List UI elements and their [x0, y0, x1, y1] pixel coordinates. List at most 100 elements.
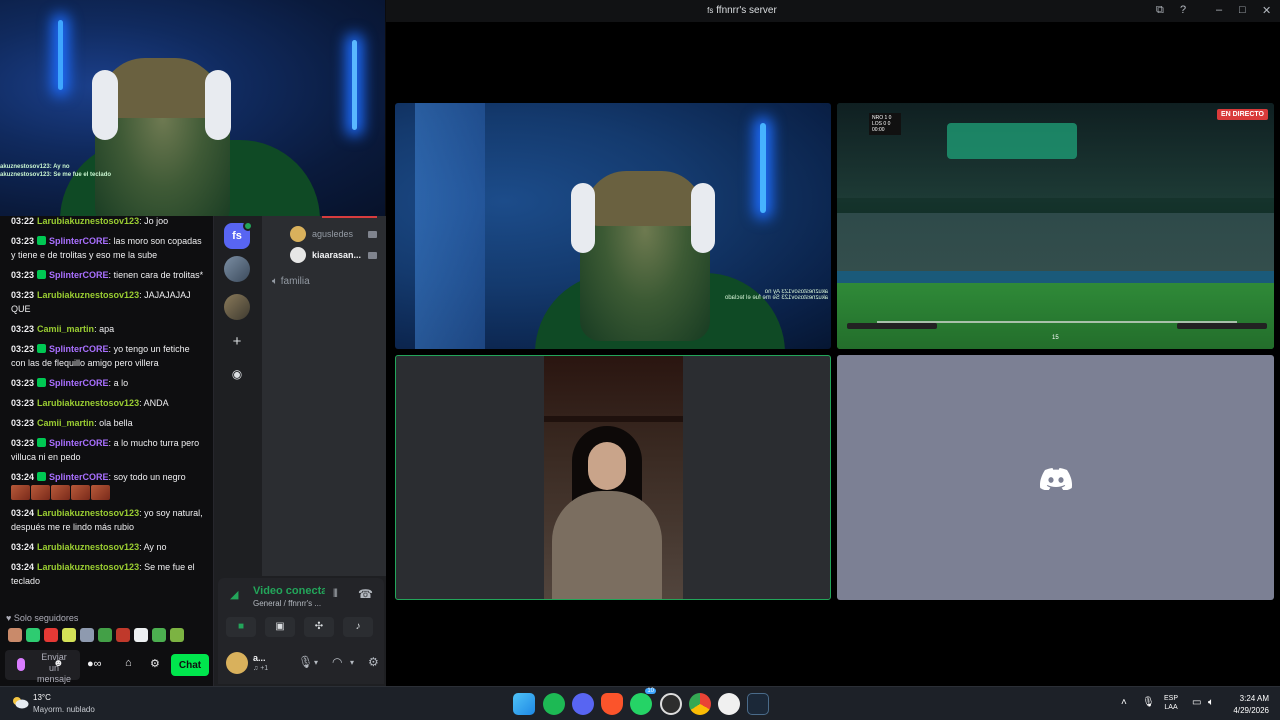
- discord-icon[interactable]: [572, 693, 594, 715]
- chat-username[interactable]: SplinterCORE: [49, 472, 109, 482]
- chat-username[interactable]: SplinterCORE: [49, 236, 109, 246]
- subscriber-badge-icon[interactable]: [37, 378, 47, 387]
- microphone-icon[interactable]: 🎙︎: [298, 655, 313, 669]
- emote-icon[interactable]: [152, 628, 166, 642]
- emote-icon[interactable]: [62, 628, 76, 642]
- message-timestamp: 03:23: [11, 270, 35, 280]
- message-timestamp: 03:23: [11, 236, 35, 246]
- chat-username[interactable]: Larubiakuznestosov123: [37, 216, 139, 226]
- emote-icon[interactable]: [44, 628, 58, 642]
- voice-location[interactable]: General / ffnnrr's ...: [253, 599, 321, 608]
- voice-user[interactable]: agusledes: [312, 229, 353, 239]
- headphones-icon[interactable]: ◠: [332, 655, 342, 669]
- chat-message-list[interactable]: 03:22 Larubiakuznestosov123: Jo joo 03:23 S…: [0, 216, 212, 612]
- avatar[interactable]: [226, 652, 248, 674]
- minimize-icon[interactable]: –: [1216, 4, 1222, 16]
- gear-icon[interactable]: ⚙: [368, 655, 379, 669]
- explore-icon[interactable]: ◉: [227, 364, 247, 384]
- clock-time[interactable]: 3:24 AM: [1225, 694, 1269, 703]
- emote-icon[interactable]: [91, 485, 110, 500]
- camera-button[interactable]: ■: [226, 617, 256, 637]
- chrome-icon[interactable]: [689, 693, 711, 715]
- keyboard-language[interactable]: ESP LAA: [1164, 694, 1178, 712]
- video-tile-streamer[interactable]: akuznestosov123 Ay no akuznestosov123 Se…: [395, 103, 831, 349]
- message-timestamp: 03:24: [11, 508, 35, 518]
- chat-username[interactable]: Larubiakuznestosov123: [37, 398, 139, 408]
- subscriber-badge-icon[interactable]: [37, 270, 47, 279]
- participant-face: [588, 442, 626, 490]
- spotify-icon[interactable]: [543, 693, 565, 715]
- subscriber-badge-icon[interactable]: [37, 472, 47, 481]
- chat-username[interactable]: Larubiakuznestosov123: [37, 542, 139, 552]
- microphone-icon[interactable]: 🎙︎: [1142, 697, 1155, 708]
- emote-icon[interactable]: [116, 628, 130, 642]
- username[interactable]: a...: [253, 653, 267, 663]
- subscriber-badge-icon[interactable]: [37, 236, 47, 245]
- emote-icon[interactable]: [11, 485, 30, 500]
- chevron-down-icon[interactable]: ▾: [314, 658, 318, 667]
- network-icon[interactable]: ▭: [1192, 697, 1201, 708]
- whatsapp-icon[interactable]: 10: [630, 688, 656, 715]
- message-timestamp: 03:23: [11, 378, 35, 388]
- voice-user[interactable]: kiaarasan...: [312, 250, 361, 260]
- server-folder[interactable]: [224, 294, 250, 320]
- emoji-icon[interactable]: ☻: [53, 658, 64, 669]
- noise-suppression-icon[interactable]: ⦀: [333, 588, 338, 601]
- gear-icon[interactable]: ⚙: [150, 657, 160, 670]
- emote-bar[interactable]: [8, 628, 184, 642]
- video-tile-participant[interactable]: [395, 355, 831, 600]
- emote-icon[interactable]: [8, 628, 22, 642]
- github-icon[interactable]: [718, 693, 740, 715]
- chat-input[interactable]: Enviar un mensaje ☻: [5, 650, 80, 684]
- obs-icon[interactable]: [660, 693, 682, 715]
- emote-icon[interactable]: [80, 628, 94, 642]
- voice-channel-familia[interactable]: 🔈︎ familia: [272, 276, 310, 287]
- chat-username[interactable]: Camii_martin: [37, 324, 94, 334]
- weather-temperature[interactable]: 13°C: [33, 693, 51, 702]
- chat-username[interactable]: SplinterCORE: [49, 270, 109, 280]
- chat-username[interactable]: Larubiakuznestosov123: [37, 562, 139, 572]
- popout-icon[interactable]: ⧉: [1156, 4, 1164, 17]
- maximize-icon[interactable]: □: [1239, 4, 1246, 16]
- emote-icon[interactable]: [134, 628, 148, 642]
- chat-username[interactable]: SplinterCORE: [49, 378, 109, 388]
- emote-icon[interactable]: [26, 628, 40, 642]
- clock-date[interactable]: 4/29/2026: [1225, 706, 1269, 715]
- windows-start-icon[interactable]: [513, 693, 535, 715]
- disconnect-icon[interactable]: ☎: [358, 587, 373, 601]
- steam-icon[interactable]: [747, 693, 769, 715]
- subscriber-badge-icon[interactable]: [37, 438, 47, 447]
- emote-icon[interactable]: [170, 628, 184, 642]
- chat-username[interactable]: Larubiakuznestosov123: [37, 508, 139, 518]
- message-text: ANDA: [143, 398, 169, 408]
- close-icon[interactable]: ✕: [1262, 4, 1271, 17]
- chevron-down-icon[interactable]: ▾: [350, 658, 354, 667]
- help-icon[interactable]: ?: [1180, 4, 1186, 16]
- server-folder[interactable]: [224, 256, 250, 282]
- store-icon[interactable]: ⌂: [125, 657, 132, 669]
- subscriber-badge-icon[interactable]: [37, 344, 47, 353]
- brave-icon[interactable]: [601, 693, 623, 715]
- microphone-icon[interactable]: [17, 658, 25, 671]
- add-server-icon[interactable]: +: [227, 332, 247, 352]
- emote-icon[interactable]: [51, 485, 70, 500]
- video-tile-game-stream[interactable]: NRO 1 0 LOS 0 0 00:00 EN DIRECTO 15: [837, 103, 1274, 349]
- chat-send-button[interactable]: Chat: [171, 654, 209, 676]
- chat-username[interactable]: Larubiakuznestosov123: [37, 290, 139, 300]
- chevron-up-icon[interactable]: ˄: [1121, 697, 1127, 708]
- activities-button[interactable]: ✣: [304, 617, 334, 637]
- chat-username[interactable]: SplinterCORE: [49, 344, 109, 354]
- screen-share-button[interactable]: ▣: [265, 617, 295, 637]
- weather-description[interactable]: Mayorm. nublado: [33, 705, 95, 714]
- emote-icon[interactable]: [71, 485, 90, 500]
- emote-icon[interactable]: [98, 628, 112, 642]
- video-tile-no-video[interactable]: [837, 355, 1274, 600]
- bits-icon[interactable]: ●∞: [87, 658, 102, 670]
- soundboard-button[interactable]: ♪: [343, 617, 373, 637]
- volume-icon[interactable]: 🔈︎: [1208, 697, 1214, 708]
- chat-message: 03:23 SplinterCORE: yo tengo un fetiche c…: [11, 342, 206, 370]
- chat-username[interactable]: SplinterCORE: [49, 438, 109, 448]
- emote-icon[interactable]: [31, 485, 50, 500]
- chat-username[interactable]: Camii_martin: [37, 418, 94, 428]
- server-icon-fs[interactable]: fs: [224, 221, 253, 249]
